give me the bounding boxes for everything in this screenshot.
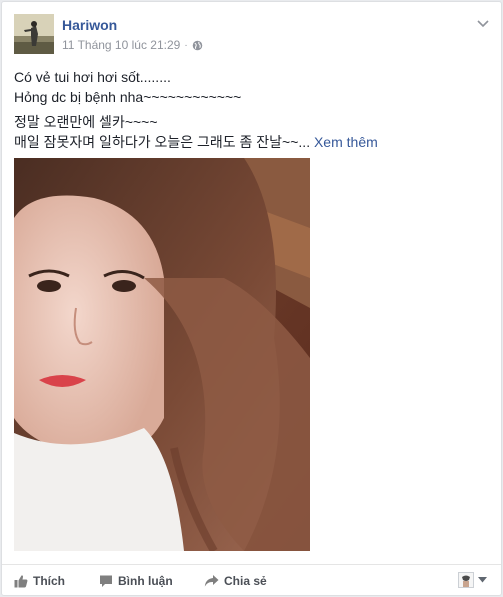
post-line-text: 매일 잠못자며 일하다가 오늘은 그래도 좀 잔날~~...	[14, 133, 311, 150]
post-photo[interactable]	[14, 158, 310, 551]
author-name[interactable]: Hariwon	[62, 17, 117, 33]
user-avatar	[458, 572, 474, 588]
post-as-selector[interactable]	[458, 571, 487, 589]
thumbs-up-icon	[14, 575, 28, 588]
caret-down-icon	[478, 577, 487, 583]
comment-icon	[100, 575, 112, 587]
comment-button[interactable]: Bình luận	[99, 573, 173, 589]
post-line: 정말 오랜만에 셀카~~~~	[14, 114, 158, 130]
author-avatar[interactable]	[14, 14, 54, 54]
like-label: Thích	[33, 574, 65, 588]
post-line-last: 매일 잠못자며 일하다가 오늘은 그래도 좀 잔날~~... Xem thêm	[14, 133, 484, 153]
share-label: Chia sẻ	[224, 574, 267, 588]
post-line: Có vẻ tui hơi hơi sốt........	[14, 69, 171, 85]
comment-label: Bình luận	[118, 574, 173, 588]
post-card: Hariwon 11 Tháng 10 lúc 21:29 · Có vẻ tu…	[1, 1, 502, 596]
like-button[interactable]: Thích	[14, 573, 65, 589]
action-bar: Thích Bình luận Chia sẻ	[2, 564, 501, 596]
share-icon	[204, 575, 219, 587]
see-more-link[interactable]: Xem thêm	[314, 134, 378, 150]
globe-icon[interactable]	[192, 40, 203, 51]
post-line: Hỏng dc bị bệnh nha~~~~~~~~~~~~	[14, 88, 242, 105]
share-button[interactable]: Chia sẻ	[204, 573, 267, 589]
post-timestamp[interactable]: 11 Tháng 10 lúc 21:29	[62, 38, 180, 52]
post-text: Có vẻ tui hơi hơi sốt........ Hỏng dc bị…	[14, 68, 484, 152]
chevron-down-icon[interactable]	[477, 16, 489, 28]
meta-separator: ·	[184, 39, 188, 51]
post-meta: 11 Tháng 10 lúc 21:29 ·	[62, 38, 203, 52]
